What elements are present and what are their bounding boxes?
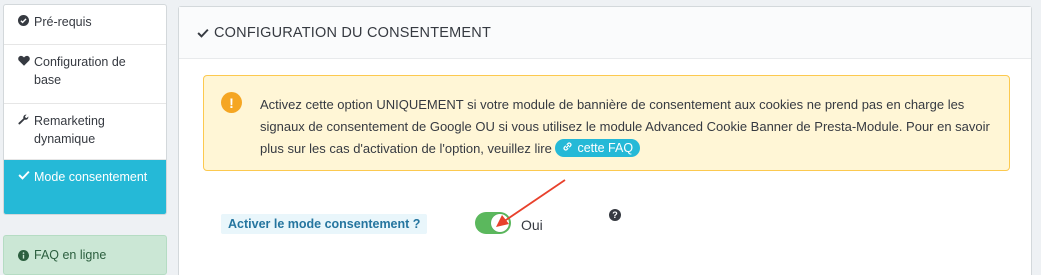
sidebar-item-faq-en-ligne[interactable]: FAQ en ligne [3, 235, 167, 275]
sidebar-faq-label: FAQ en ligne [34, 248, 107, 262]
alert-message: Activez cette option UNIQUEMENT si votre… [260, 94, 1000, 160]
warning-icon: ! [221, 92, 242, 113]
sidebar-item-label: Remarketing dynamique [34, 114, 105, 146]
annotation-arrow-icon [496, 179, 566, 227]
question-icon[interactable]: ? [609, 209, 621, 221]
sidebar-item-mode-consentement[interactable]: Mode consentement [4, 160, 166, 214]
faq-link[interactable]: cette FAQ [555, 139, 641, 157]
check-icon [197, 28, 209, 38]
wrench-icon [18, 114, 34, 125]
panel-header: CONFIGURATION DU CONSENTEMENT [179, 7, 1031, 59]
check-circle-icon [18, 15, 34, 26]
link-icon [562, 139, 573, 157]
sidebar-item-label: Mode consentement [34, 170, 148, 184]
info-circle-icon [18, 249, 34, 261]
sidebar: Pré-requis Configuration de base Remarke… [3, 4, 167, 275]
faq-link-label: cette FAQ [577, 141, 634, 155]
consent-mode-label: Activer le mode consentement ? [221, 214, 428, 234]
page-title: CONFIGURATION DU CONSENTEMENT [214, 24, 492, 41]
heart-icon [18, 55, 34, 66]
warning-alert: ! Activez cette option UNIQUEMENT si vot… [203, 75, 1010, 171]
sidebar-item-label: Configuration de base [34, 55, 126, 87]
sidebar-item-configuration-de-base[interactable]: Configuration de base [4, 45, 166, 104]
consent-config-panel: CONFIGURATION DU CONSENTEMENT ! Activez … [178, 6, 1032, 275]
sidebar-item-label: Pré-requis [34, 15, 92, 29]
sidebar-menu: Pré-requis Configuration de base Remarke… [3, 4, 167, 215]
sidebar-item-prerequis[interactable]: Pré-requis [4, 5, 166, 45]
check-icon [18, 170, 34, 180]
sidebar-item-remarketing-dynamique[interactable]: Remarketing dynamique [4, 104, 166, 160]
